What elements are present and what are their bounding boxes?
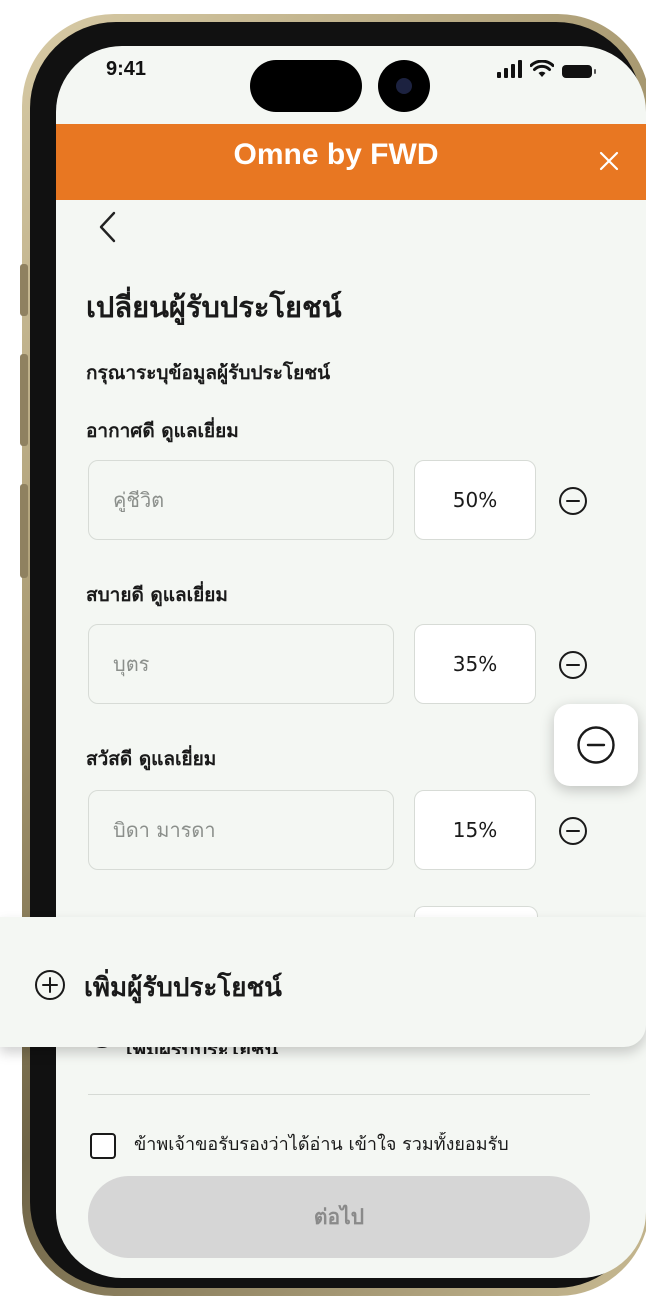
- status-time: 9:41: [106, 58, 147, 80]
- battery-icon: [562, 65, 596, 78]
- phone-side-button: [20, 354, 28, 446]
- phone-side-button: [20, 264, 28, 316]
- consent-checkbox[interactable]: [90, 1133, 116, 1159]
- add-beneficiary-button-zoom[interactable]: เพิ่มผู้รับประโยชน์: [0, 917, 646, 1047]
- beneficiary-name: อากาศดี ดูแลเยี่ยม: [86, 420, 239, 442]
- divider: [88, 1094, 590, 1095]
- relation-field[interactable]: บิดา มารดา: [88, 790, 394, 870]
- signal-icon: [497, 60, 522, 78]
- phone-side-button: [20, 484, 28, 578]
- beneficiary-name: สวัสดี ดูแลเยี่ยม: [86, 748, 217, 770]
- next-button[interactable]: ต่อไป: [88, 1176, 590, 1258]
- beneficiary-name: สบายดี ดูแลเยี่ยม: [86, 584, 228, 606]
- front-camera: [378, 60, 430, 112]
- wifi-icon: [530, 60, 554, 77]
- minus-circle-icon[interactable]: [558, 486, 588, 516]
- dynamic-island: [250, 60, 362, 112]
- relation-field[interactable]: บุตร: [88, 624, 394, 704]
- page-title: เปลี่ยนผู้รับประโยชน์: [86, 290, 342, 324]
- plus-circle-icon: [35, 970, 65, 1000]
- percent-field[interactable]: 15%: [414, 790, 536, 870]
- add-beneficiary-label: เพิ่มผู้รับประโยชน์: [84, 973, 282, 1003]
- app-title: Omne by FWD: [233, 138, 439, 171]
- app-header: Omne by FWD: [56, 124, 646, 200]
- page-subtitle: กรุณาระบุข้อมูลผู้รับประโยชน์: [86, 362, 331, 384]
- percent-field[interactable]: 50%: [414, 460, 536, 540]
- status-icons: [497, 60, 596, 78]
- consent-text: ข้าพเจ้าขอรับรองว่าได้อ่าน เข้าใจ รวมทั้…: [134, 1134, 509, 1155]
- remove-beneficiary-button-zoom[interactable]: [554, 704, 638, 786]
- percent-field[interactable]: 35%: [414, 624, 536, 704]
- relation-field[interactable]: คู่ชีวิต: [88, 460, 394, 540]
- back-icon[interactable]: [96, 210, 120, 244]
- minus-circle-icon[interactable]: [558, 650, 588, 680]
- minus-circle-icon[interactable]: [558, 816, 588, 846]
- minus-circle-icon: [577, 726, 615, 764]
- close-icon[interactable]: [598, 150, 620, 172]
